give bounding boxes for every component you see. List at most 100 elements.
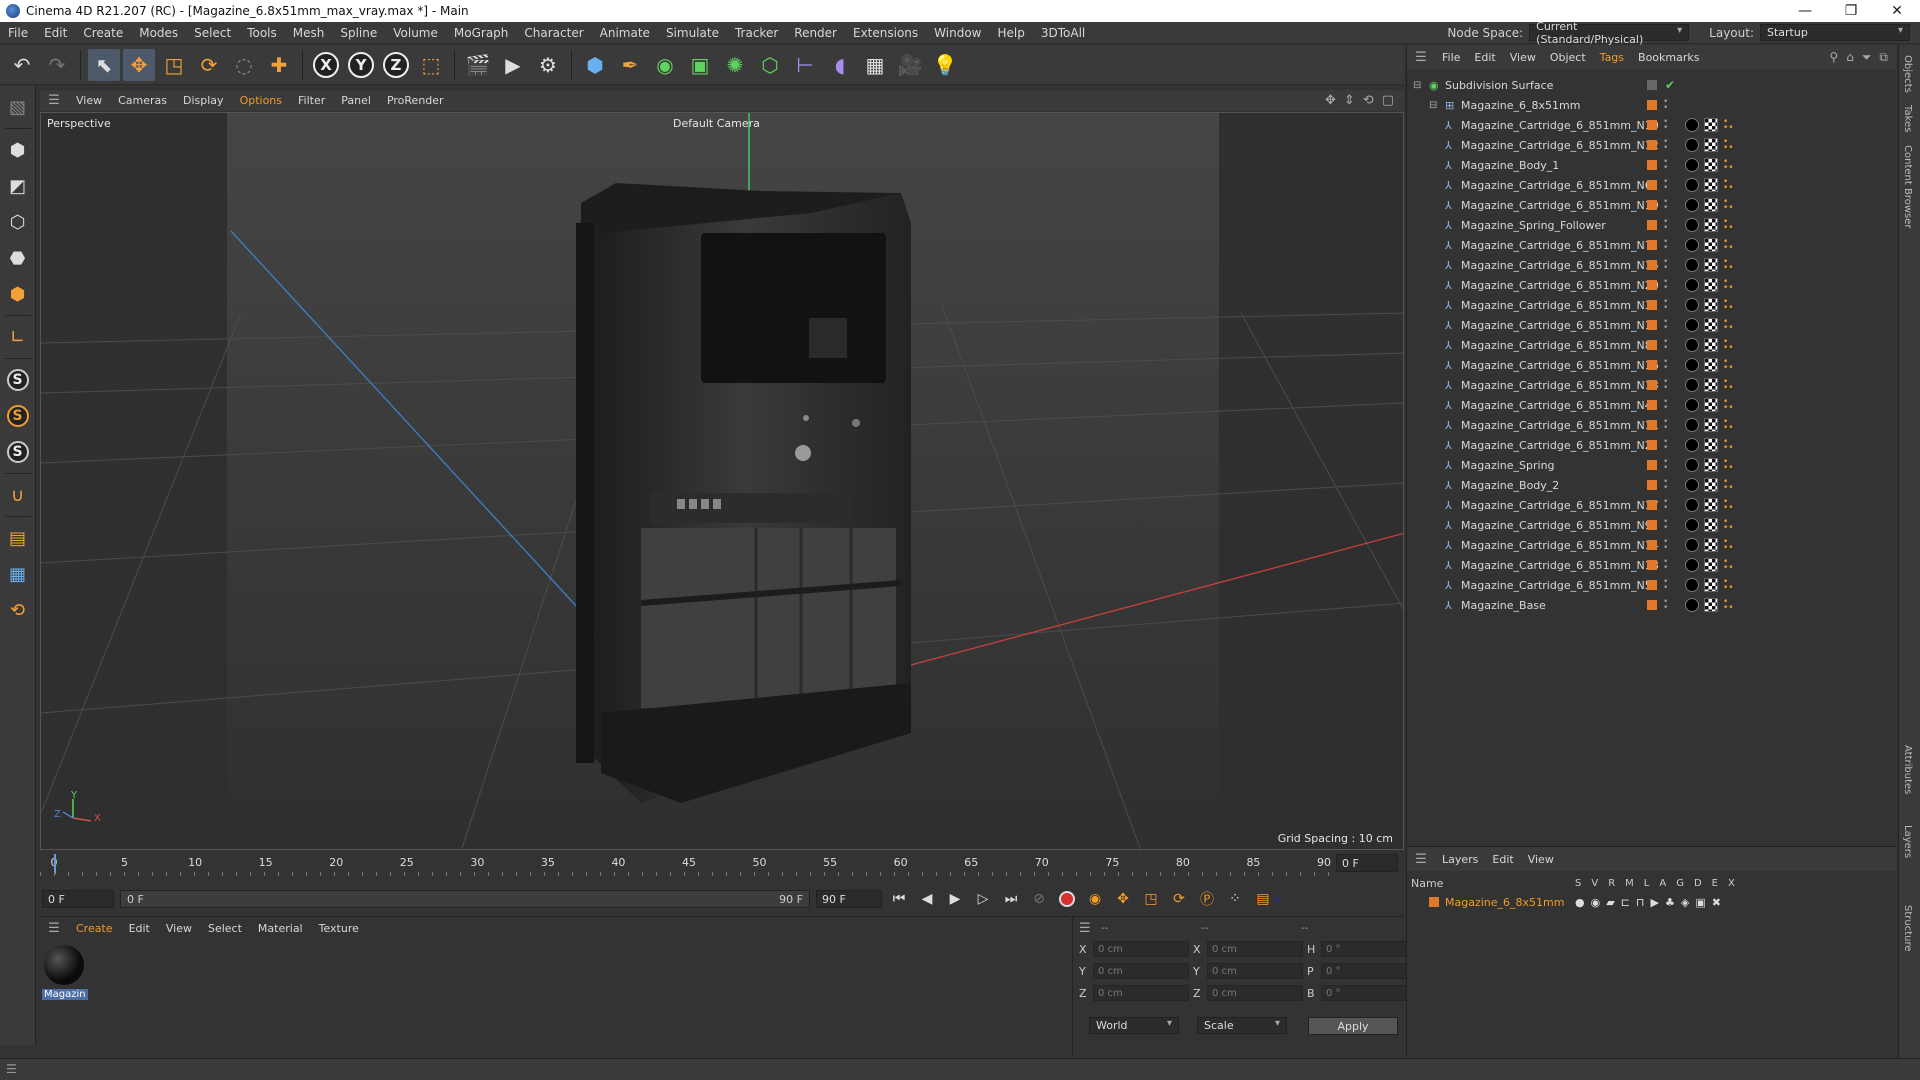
- edges-mode-icon[interactable]: ⬣: [3, 243, 33, 273]
- object-row[interactable]: ⅄ Magazine_Body_1 • • • ••: [1407, 155, 1897, 175]
- camera-name[interactable]: Default Camera: [673, 117, 760, 130]
- visibility-dots-icon[interactable]: • •: [1663, 438, 1668, 453]
- perspective-viewport[interactable]: Perspective Default Camera Grid Spacing …: [40, 112, 1404, 850]
- object-row[interactable]: ⅄ Magazine_Cartridge_6_851mm_N10 • • • ••: [1407, 115, 1897, 135]
- object-name[interactable]: Magazine_Body_2: [1461, 479, 1559, 492]
- points-mode-icon[interactable]: ⬡: [3, 207, 33, 237]
- minimize-button[interactable]: —: [1782, 3, 1828, 19]
- coord-value-field[interactable]: 0 cm: [1207, 985, 1303, 1001]
- texture-tag-icon[interactable]: [1704, 158, 1718, 172]
- layer-tag-icon[interactable]: [1647, 80, 1657, 90]
- side-tab-layers[interactable]: Layers: [1902, 825, 1913, 858]
- node-space-select[interactable]: Current (Standard/Physical): [1529, 20, 1690, 46]
- xref-flag-icon[interactable]: ✖: [1712, 896, 1721, 909]
- orbit-icon[interactable]: ⟲: [1363, 93, 1374, 108]
- material-tag-icon[interactable]: [1685, 598, 1699, 612]
- coord-value-field[interactable]: 0 cm: [1093, 985, 1189, 1001]
- menu-edit[interactable]: Edit: [36, 26, 75, 40]
- layer-color-tag[interactable]: [1647, 500, 1657, 510]
- layer-color-tag[interactable]: [1647, 480, 1657, 490]
- record-disabled-icon[interactable]: ⊘: [1028, 888, 1050, 910]
- new-panel-icon[interactable]: ⧉: [1879, 50, 1888, 65]
- record-icon[interactable]: [1056, 888, 1078, 910]
- menu-mesh[interactable]: Mesh: [285, 26, 333, 40]
- viewport-menu-icon[interactable]: ☰: [40, 93, 68, 108]
- material-tag-icon[interactable]: [1685, 438, 1699, 452]
- visibility-dots-icon[interactable]: • •: [1663, 518, 1668, 533]
- scale-icon[interactable]: ◳: [158, 49, 190, 81]
- rotate-icon[interactable]: ⟳: [193, 49, 225, 81]
- layer-row[interactable]: Magazine_6_8x51mm ● ◉ ▰ ⊏ ⊓ ▶ ♣ ◈ ▣ ✖: [1411, 893, 1891, 911]
- object-row[interactable]: ⅄ Magazine_Cartridge_6_851mm_N16 • • • ••: [1407, 355, 1897, 375]
- object-menu-icon[interactable]: ☰: [1407, 50, 1435, 65]
- visibility-dots-icon[interactable]: • •: [1663, 498, 1668, 513]
- side-tab-objects[interactable]: Objects: [1902, 55, 1913, 93]
- menu-create[interactable]: Create: [75, 26, 131, 40]
- visibility-dots-icon[interactable]: • •: [1663, 178, 1668, 193]
- vray-tag-icon[interactable]: • ••: [1723, 218, 1734, 233]
- symmetry-icon[interactable]: ⬡: [754, 49, 786, 81]
- visibility-dots-icon[interactable]: • •: [1663, 358, 1668, 373]
- enabled-check-icon[interactable]: ✔: [1665, 78, 1675, 92]
- layer-color-tag[interactable]: [1647, 260, 1657, 270]
- texture-tag-icon[interactable]: [1704, 138, 1718, 152]
- object-menu-object[interactable]: Object: [1543, 51, 1593, 64]
- viewport-menu-panel[interactable]: Panel: [333, 94, 379, 107]
- menu-tools[interactable]: Tools: [239, 26, 285, 40]
- side-tab-structure[interactable]: Structure: [1902, 905, 1913, 952]
- layer-color-tag[interactable]: [1647, 460, 1657, 470]
- goto-start-icon[interactable]: ⏮: [888, 888, 910, 910]
- material-tag-icon[interactable]: [1685, 458, 1699, 472]
- object-row[interactable]: ⅄ Magazine_Cartridge_6_851mm_N9 • • • ••: [1407, 515, 1897, 535]
- layer-color-tag[interactable]: [1647, 180, 1657, 190]
- visibility-dots-icon[interactable]: • •: [1663, 538, 1668, 553]
- object-name[interactable]: Magazine_Cartridge_6_851mm_N8: [1461, 339, 1652, 352]
- layer-color-tag[interactable]: [1647, 160, 1657, 170]
- material-tag-icon[interactable]: [1685, 418, 1699, 432]
- menu-extensions[interactable]: Extensions: [845, 26, 926, 40]
- vray-tag-icon[interactable]: • ••: [1723, 138, 1734, 153]
- play-icon[interactable]: ▶: [944, 888, 966, 910]
- snap-settings-icon[interactable]: S: [3, 401, 33, 431]
- menu-mograph[interactable]: MoGraph: [446, 26, 517, 40]
- layer-color-tag[interactable]: [1647, 140, 1657, 150]
- texture-tag-icon[interactable]: [1704, 318, 1718, 332]
- material-tag-icon[interactable]: [1685, 258, 1699, 272]
- visibility-dots-icon[interactable]: • •: [1663, 218, 1668, 233]
- deformer-icon[interactable]: ◖: [824, 49, 856, 81]
- visibility-dots-icon[interactable]: • •: [1663, 378, 1668, 393]
- object-group-row[interactable]: ⊟ ⊞ Magazine_6_8x51mm • •: [1407, 95, 1897, 115]
- goto-end-icon[interactable]: ⏭: [1000, 888, 1022, 910]
- object-menu-view[interactable]: View: [1503, 51, 1543, 64]
- expression-flag-icon[interactable]: ▣: [1695, 896, 1705, 909]
- pen-icon[interactable]: ✒: [614, 49, 646, 81]
- object-row[interactable]: ⅄ Magazine_Cartridge_6_851mm_N4 • • • ••: [1407, 395, 1897, 415]
- vray-tag-icon[interactable]: • ••: [1723, 278, 1734, 293]
- vray-tag-icon[interactable]: • ••: [1723, 238, 1734, 253]
- texture-tag-icon[interactable]: [1704, 598, 1718, 612]
- menu-volume[interactable]: Volume: [385, 26, 446, 40]
- measure-icon[interactable]: ⊢: [789, 49, 821, 81]
- object-name[interactable]: Magazine_Cartridge_6_851mm_N3: [1461, 299, 1652, 312]
- expand-toggle-icon[interactable]: ⊟: [1429, 100, 1437, 111]
- texture-tag-icon[interactable]: [1704, 198, 1718, 212]
- viewport-menu-filter[interactable]: Filter: [290, 94, 333, 107]
- layer-color-tag[interactable]: [1647, 280, 1657, 290]
- object-name[interactable]: Magazine_Cartridge_6_851mm_N17: [1461, 499, 1659, 512]
- texture-mode-icon[interactable]: ◩: [3, 171, 33, 201]
- viewport-menu-view[interactable]: View: [68, 94, 110, 107]
- visibility-dots-icon[interactable]: • •: [1663, 578, 1668, 593]
- object-row[interactable]: ⅄ Magazine_Cartridge_6_851mm_N3 • • • ••: [1407, 295, 1897, 315]
- key-param-icon[interactable]: Ⓟ: [1196, 888, 1218, 910]
- visibility-dots-icon[interactable]: • •: [1663, 318, 1668, 333]
- layer-color-tag[interactable]: [1647, 440, 1657, 450]
- object-row[interactable]: ⅄ Magazine_Cartridge_6_851mm_N6 • • • ••: [1407, 175, 1897, 195]
- object-row[interactable]: ⅄ Magazine_Cartridge_6_851mm_N15 • • • ••: [1407, 255, 1897, 275]
- step-back-icon[interactable]: ◀: [916, 888, 938, 910]
- material-tag-icon[interactable]: [1685, 498, 1699, 512]
- material-tag-icon[interactable]: [1685, 238, 1699, 252]
- camera-icon[interactable]: 🎥: [894, 49, 926, 81]
- layer-color-tag[interactable]: [1647, 200, 1657, 210]
- y-axis-icon[interactable]: Y: [345, 49, 377, 81]
- apply-button[interactable]: Apply: [1308, 1017, 1398, 1035]
